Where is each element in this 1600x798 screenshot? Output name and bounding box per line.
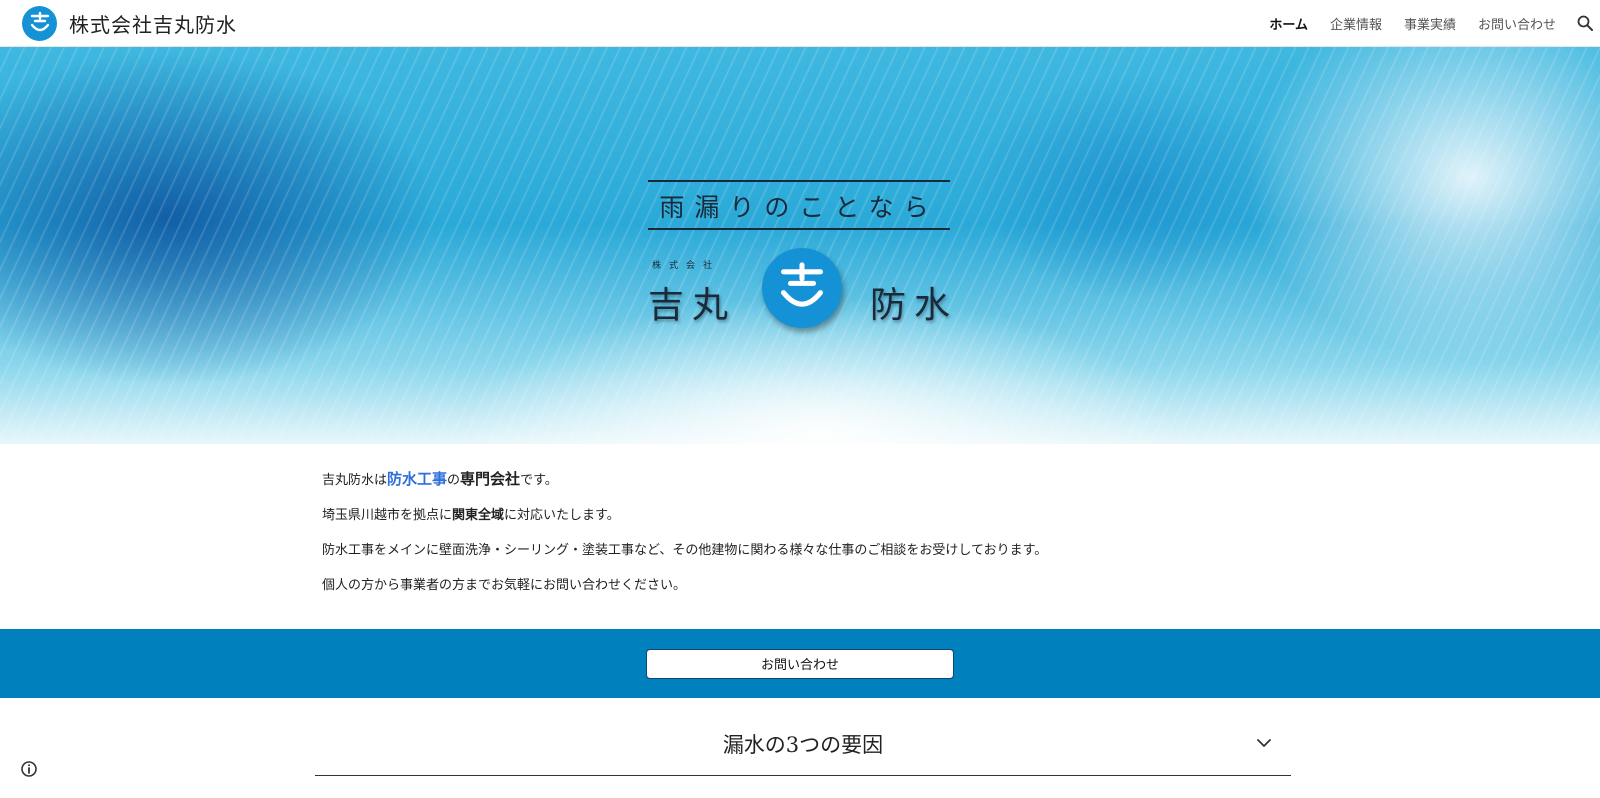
hero-content: 雨漏りのことなら 株式会社 吉丸 防水 xyxy=(648,180,958,348)
site-header: 株式会社吉丸防水 ホーム 企業情報 事業実績 お問い合わせ xyxy=(0,0,1600,47)
intro-text: 吉丸防水は防水工事の専門会社です。 埼玉県川越市を拠点に関東全域に対応いたします… xyxy=(322,470,1282,611)
yoshi-emblem-icon xyxy=(762,248,842,328)
nav-home[interactable]: ホーム xyxy=(1269,14,1308,33)
brand-name: 株式会社吉丸防水 xyxy=(69,12,237,37)
nav-contact[interactable]: お問い合わせ xyxy=(1478,14,1556,33)
nav-business-record[interactable]: 事業実績 xyxy=(1404,14,1456,33)
hero-tagline: 雨漏りのことなら xyxy=(648,180,950,230)
intro-text-segment: 吉丸防水は xyxy=(322,473,388,488)
hero-company-prefix: 株式会社 xyxy=(652,261,721,271)
intro-line-2: 埼玉県川越市を拠点に関東全域に対応いたします。 xyxy=(322,506,1282,525)
brand-link[interactable]: 株式会社吉丸防水 xyxy=(22,5,237,41)
hero-name-left: 吉丸 xyxy=(648,285,737,326)
intro-text-segment: です。 xyxy=(520,473,558,488)
hero-logo: 株式会社 吉丸 防水 xyxy=(648,248,959,348)
intro-line-3: 防水工事をメインに壁面洗浄・シーリング・塗装工事など、その他建物に関わる様々な仕… xyxy=(322,543,1048,558)
chevron-down-icon xyxy=(1257,739,1271,747)
intro-strong: 関東全域 xyxy=(452,508,505,523)
intro-line-4: 個人の方から事業者の方までお気軽にお問い合わせください。 xyxy=(322,578,687,593)
contact-button[interactable]: お問い合わせ xyxy=(646,648,954,679)
yoshi-emblem-icon xyxy=(22,5,57,41)
search-icon xyxy=(1577,15,1593,31)
intro-line-1: 吉丸防水は防水工事の専門会社です。 xyxy=(322,470,1282,490)
hero-banner: 雨漏りのことなら 株式会社 吉丸 防水 xyxy=(0,47,1600,444)
info-button[interactable] xyxy=(20,760,38,778)
info-icon xyxy=(21,761,37,777)
intro-text-segment: に対応いたします。 xyxy=(504,508,620,523)
cta-band: お問い合わせ xyxy=(0,629,1600,698)
main-nav: ホーム 企業情報 事業実績 お問い合わせ xyxy=(1247,0,1600,47)
hero-name-right: 防水 xyxy=(870,285,959,326)
accordion-title: 漏水の3つの要因 xyxy=(722,732,884,757)
intro-accent: 防水工事 xyxy=(387,470,448,488)
search-button[interactable] xyxy=(1570,0,1600,47)
nav-company-info[interactable]: 企業情報 xyxy=(1330,14,1382,33)
intro-strong: 専門会社 xyxy=(460,470,521,488)
intro-text-segment: 埼玉県川越市を拠点に xyxy=(322,508,453,523)
intro-text-segment: の xyxy=(447,473,461,488)
leak-causes-accordion[interactable]: 漏水の3つの要因 xyxy=(315,712,1291,776)
